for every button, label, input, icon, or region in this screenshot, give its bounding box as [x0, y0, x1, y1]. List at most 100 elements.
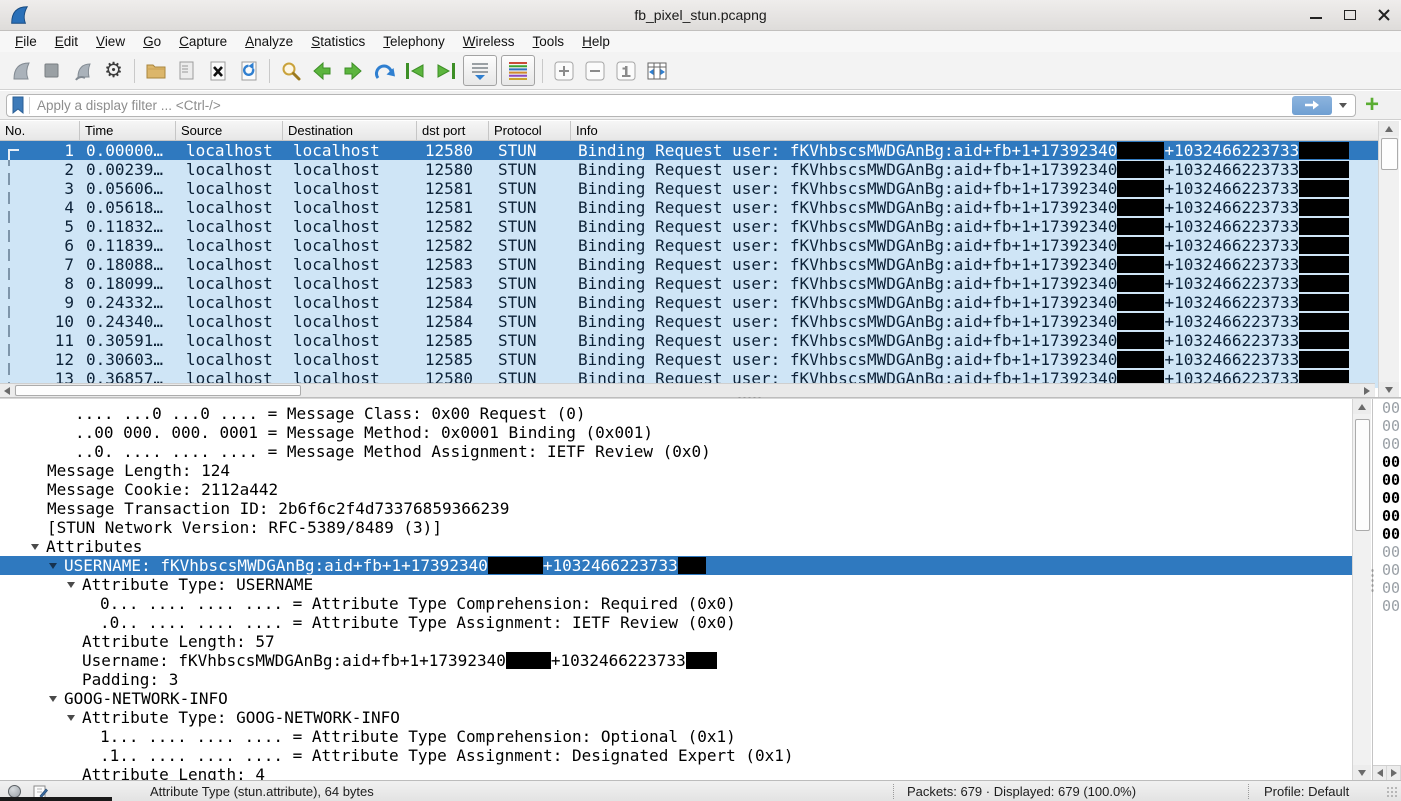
- menu-wireless[interactable]: Wireless: [454, 32, 524, 51]
- detail-line[interactable]: .0.. .... .... .... = Attribute Type Ass…: [0, 613, 1352, 632]
- close-capture-icon[interactable]: [202, 55, 233, 86]
- splitter-handle-icon[interactable]: [1371, 568, 1374, 594]
- detail-line[interactable]: 1... .... .... .... = Attribute Type Com…: [0, 727, 1352, 746]
- zoom-in-icon[interactable]: [548, 55, 579, 86]
- go-to-packet-icon[interactable]: [368, 55, 399, 86]
- packet-row[interactable]: 10 0.24340… localhost localhost 12584 ST…: [0, 312, 1378, 331]
- bytes-hscrollbar[interactable]: [1373, 765, 1401, 780]
- scroll-up-icon[interactable]: [1379, 121, 1399, 136]
- scrollbar-thumb[interactable]: [1355, 419, 1370, 531]
- column-header[interactable]: Protocol: [489, 121, 571, 140]
- detail-line-username-value[interactable]: Username: fKVhbscsMWDGAnBg:aid+fb+1+1739…: [0, 651, 1352, 670]
- detail-line[interactable]: Attribute Length: 4: [0, 765, 1352, 780]
- packet-row[interactable]: 12 0.30603… localhost localhost 12585 ST…: [0, 350, 1378, 369]
- packet-bytes-pane[interactable]: 000000000000000000000000: [1372, 399, 1401, 780]
- expander-icon[interactable]: [67, 582, 75, 588]
- maximize-button[interactable]: [1343, 8, 1357, 22]
- packet-row[interactable]: 5 0.11832… localhost localhost 12582 STU…: [0, 217, 1378, 236]
- column-header[interactable]: No.: [0, 121, 80, 140]
- go-first-packet-icon[interactable]: [399, 55, 430, 86]
- detail-line[interactable]: [STUN Network Version: RFC-5389/8489 (3)…: [0, 518, 1352, 537]
- stop-capture-icon[interactable]: [36, 55, 67, 86]
- detail-line[interactable]: 0... .... .... .... = Attribute Type Com…: [0, 594, 1352, 613]
- colorize-packets-icon[interactable]: [501, 55, 535, 86]
- packet-row[interactable]: 3 0.05606… localhost localhost 12581 STU…: [0, 179, 1378, 198]
- scroll-down-icon[interactable]: [1353, 765, 1371, 780]
- detail-line[interactable]: Message Transaction ID: 2b6f6c2f4d733768…: [0, 499, 1352, 518]
- expander-icon[interactable]: [49, 696, 57, 702]
- scroll-right-icon[interactable]: [1360, 384, 1374, 397]
- column-header[interactable]: dst port: [417, 121, 489, 140]
- detail-line[interactable]: ..00 000. 000. 0001 = Message Method: 0x…: [0, 423, 1352, 442]
- filter-dropdown-caret-icon[interactable]: [1339, 103, 1347, 108]
- reload-file-icon[interactable]: [233, 55, 264, 86]
- packet-row[interactable]: 6 0.11839… localhost localhost 12582 STU…: [0, 236, 1378, 255]
- column-header[interactable]: Time: [80, 121, 176, 140]
- resize-grip[interactable]: [1386, 786, 1399, 799]
- scroll-left-icon[interactable]: [0, 384, 14, 397]
- detail-line[interactable]: Padding: 3: [0, 670, 1352, 689]
- detail-line[interactable]: Attribute Length: 57: [0, 632, 1352, 651]
- detail-line-attr-type[interactable]: Attribute Type: USERNAME: [0, 575, 1352, 594]
- scrollbar-thumb[interactable]: [1381, 138, 1398, 170]
- detail-line[interactable]: .... ...0 ...0 .... = Message Class: 0x0…: [0, 404, 1352, 423]
- apply-filter-button[interactable]: [1292, 96, 1332, 115]
- menu-analyze[interactable]: Analyze: [236, 32, 302, 51]
- detail-line-goog-network-info[interactable]: GOOG-NETWORK-INFO: [0, 689, 1352, 708]
- menu-telephony[interactable]: Telephony: [374, 32, 454, 51]
- save-file-icon[interactable]: [171, 55, 202, 86]
- menu-tools[interactable]: Tools: [524, 32, 574, 51]
- packet-list-hscrollbar[interactable]: [0, 383, 1375, 397]
- minimize-button[interactable]: [1309, 8, 1323, 22]
- profile-text[interactable]: Profile: Default: [1264, 784, 1349, 799]
- scroll-left-icon[interactable]: [1373, 766, 1387, 780]
- detail-line[interactable]: Message Cookie: 2112a442: [0, 480, 1352, 499]
- packet-row[interactable]: 9 0.24332… localhost localhost 12584 STU…: [0, 293, 1378, 312]
- detail-line[interactable]: ..0. .... .... .... = Message Method Ass…: [0, 442, 1352, 461]
- zoom-out-icon[interactable]: [579, 55, 610, 86]
- find-packet-icon[interactable]: [275, 55, 306, 86]
- add-filter-button-plus-icon[interactable]: +: [1365, 95, 1379, 115]
- packet-row[interactable]: 1 0.00000… localhost localhost 12580 STU…: [0, 141, 1378, 160]
- detail-line[interactable]: .1.. .... .... .... = Attribute Type Ass…: [0, 746, 1352, 765]
- auto-scroll-icon[interactable]: [463, 55, 497, 86]
- open-file-icon[interactable]: [140, 55, 171, 86]
- menu-go[interactable]: Go: [134, 32, 170, 51]
- detail-vscrollbar[interactable]: [1352, 399, 1371, 780]
- scroll-up-icon[interactable]: [1353, 399, 1371, 414]
- detail-line-attr-type[interactable]: Attribute Type: GOOG-NETWORK-INFO: [0, 708, 1352, 727]
- menu-view[interactable]: View: [87, 32, 134, 51]
- display-filter-input[interactable]: [35, 97, 1292, 114]
- bookmark-icon[interactable]: [11, 96, 25, 115]
- packet-row[interactable]: 11 0.30591… localhost localhost 12585 ST…: [0, 331, 1378, 350]
- scrollbar-thumb[interactable]: [15, 385, 301, 396]
- menu-capture[interactable]: Capture: [170, 32, 236, 51]
- detail-line-attributes[interactable]: Attributes: [0, 537, 1352, 556]
- packet-row[interactable]: 2 0.00239… localhost localhost 12580 STU…: [0, 160, 1378, 179]
- go-back-icon[interactable]: [306, 55, 337, 86]
- display-filter-box[interactable]: [6, 94, 1356, 117]
- menu-help[interactable]: Help: [573, 32, 619, 51]
- expander-icon[interactable]: [67, 715, 75, 721]
- go-forward-icon[interactable]: [337, 55, 368, 86]
- column-header[interactable]: Destination: [283, 121, 417, 140]
- packet-list-vscrollbar[interactable]: [1378, 121, 1399, 397]
- capture-options-icon[interactable]: ⚙: [98, 55, 129, 86]
- detail-line[interactable]: Message Length: 124: [0, 461, 1352, 480]
- go-last-packet-icon[interactable]: [430, 55, 461, 86]
- menu-edit[interactable]: Edit: [46, 32, 87, 51]
- packet-row[interactable]: 8 0.18099… localhost localhost 12583 STU…: [0, 274, 1378, 293]
- expander-icon[interactable]: [49, 563, 57, 569]
- menu-statistics[interactable]: Statistics: [302, 32, 374, 51]
- close-button[interactable]: [1377, 8, 1391, 22]
- scroll-right-icon[interactable]: [1387, 766, 1401, 780]
- packet-row[interactable]: 7 0.18088… localhost localhost 12583 STU…: [0, 255, 1378, 274]
- start-capture-icon[interactable]: [5, 55, 36, 86]
- expander-icon[interactable]: [31, 544, 39, 550]
- packet-row[interactable]: 4 0.05618… localhost localhost 12581 STU…: [0, 198, 1378, 217]
- resize-columns-icon[interactable]: [641, 55, 672, 86]
- restart-capture-icon[interactable]: [67, 55, 98, 86]
- column-header[interactable]: Source: [176, 121, 283, 140]
- scroll-down-icon[interactable]: [1379, 382, 1399, 397]
- detail-line-username-selected[interactable]: USERNAME: fKVhbscsMWDGAnBg:aid+fb+1+1739…: [0, 556, 1352, 575]
